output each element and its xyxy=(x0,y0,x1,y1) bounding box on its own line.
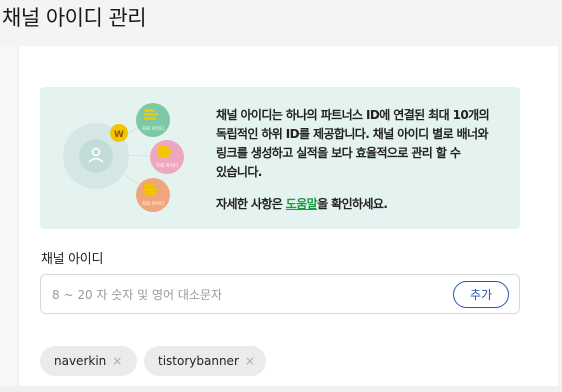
channel-tag-tistorybanner: tistorybanner × xyxy=(144,346,266,376)
right-edge xyxy=(558,46,562,392)
channel-card-orange: 자회 아이디 xyxy=(136,178,170,212)
info-line-1: 채널 아이디는 하나의 파트너스 ID에 연결된 최대 10개의 xyxy=(216,108,490,122)
channel-card-pink: 자회 아이디 xyxy=(150,140,184,174)
close-icon[interactable]: × xyxy=(245,354,255,368)
tag-label: naverkin xyxy=(54,354,107,368)
close-icon[interactable]: × xyxy=(112,354,122,368)
info-line-4: 있습니다. xyxy=(216,165,262,179)
help-paragraph: 자세한 사항은 도움말을 확인하세요. xyxy=(216,195,506,214)
page-header: 채널 아이디 관리 xyxy=(0,0,562,46)
channel-card-green-label: 자회 아이디 xyxy=(142,125,164,132)
add-button[interactable]: 추가 xyxy=(453,281,509,308)
info-line-3: 링크를 생성하고 실적을 보다 효율적으로 관리 할 수 xyxy=(216,146,461,160)
channel-tag-naverkin: naverkin × xyxy=(40,346,137,376)
help-suffix: 을 확인하세요. xyxy=(317,197,388,211)
channel-id-illustration: W 자회 아이디 자회 아이디 자회 아이디 xyxy=(63,103,184,212)
info-description: 채널 아이디는 하나의 파트너스 ID에 연결된 최대 10개의 독립적인 하위… xyxy=(216,106,506,214)
info-box: W 자회 아이디 자회 아이디 자회 아이디 채널 아이디는 하나의 파트너스 … xyxy=(40,87,520,229)
bottom-edge xyxy=(0,386,562,392)
info-line-2: 독립적인 하위 ID를 제공합니다. 채널 아이디 별로 배너와 xyxy=(216,127,489,141)
channel-card-pink-label: 자회 아이디 xyxy=(156,162,178,169)
coin-label: W xyxy=(114,130,124,140)
channel-card-orange-label: 자회 아이디 xyxy=(142,200,164,207)
channel-id-input[interactable] xyxy=(52,284,442,306)
channel-id-label: 채널 아이디 xyxy=(41,252,104,267)
channel-id-input-wrap: 추가 xyxy=(40,274,520,314)
info-paragraph: 채널 아이디는 하나의 파트너스 ID에 연결된 최대 10개의 독립적인 하위… xyxy=(216,106,506,182)
channel-card-green: 자회 아이디 xyxy=(136,103,170,137)
help-link[interactable]: 도움말 xyxy=(286,197,318,211)
page-title: 채널 아이디 관리 xyxy=(2,6,147,30)
help-prefix: 자세한 사항은 xyxy=(216,197,286,211)
tag-label: tistorybanner xyxy=(158,354,239,368)
